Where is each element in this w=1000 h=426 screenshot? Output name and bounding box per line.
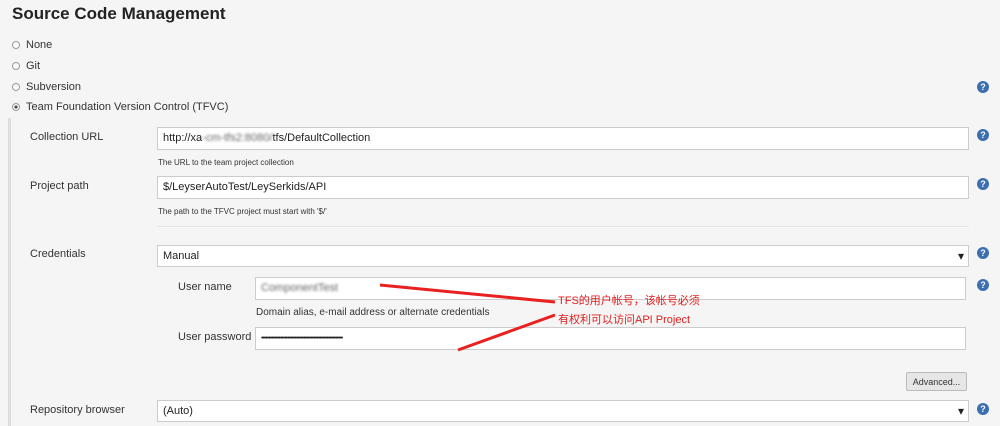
annotation-line1: TFS的用户帐号，该帐号必须 [558,295,700,307]
annotation-line [457,313,556,352]
annotation-line [379,283,556,304]
annotation-line2: 有权利可以访问API Project [558,314,691,326]
annotation-arrows [379,283,556,352]
